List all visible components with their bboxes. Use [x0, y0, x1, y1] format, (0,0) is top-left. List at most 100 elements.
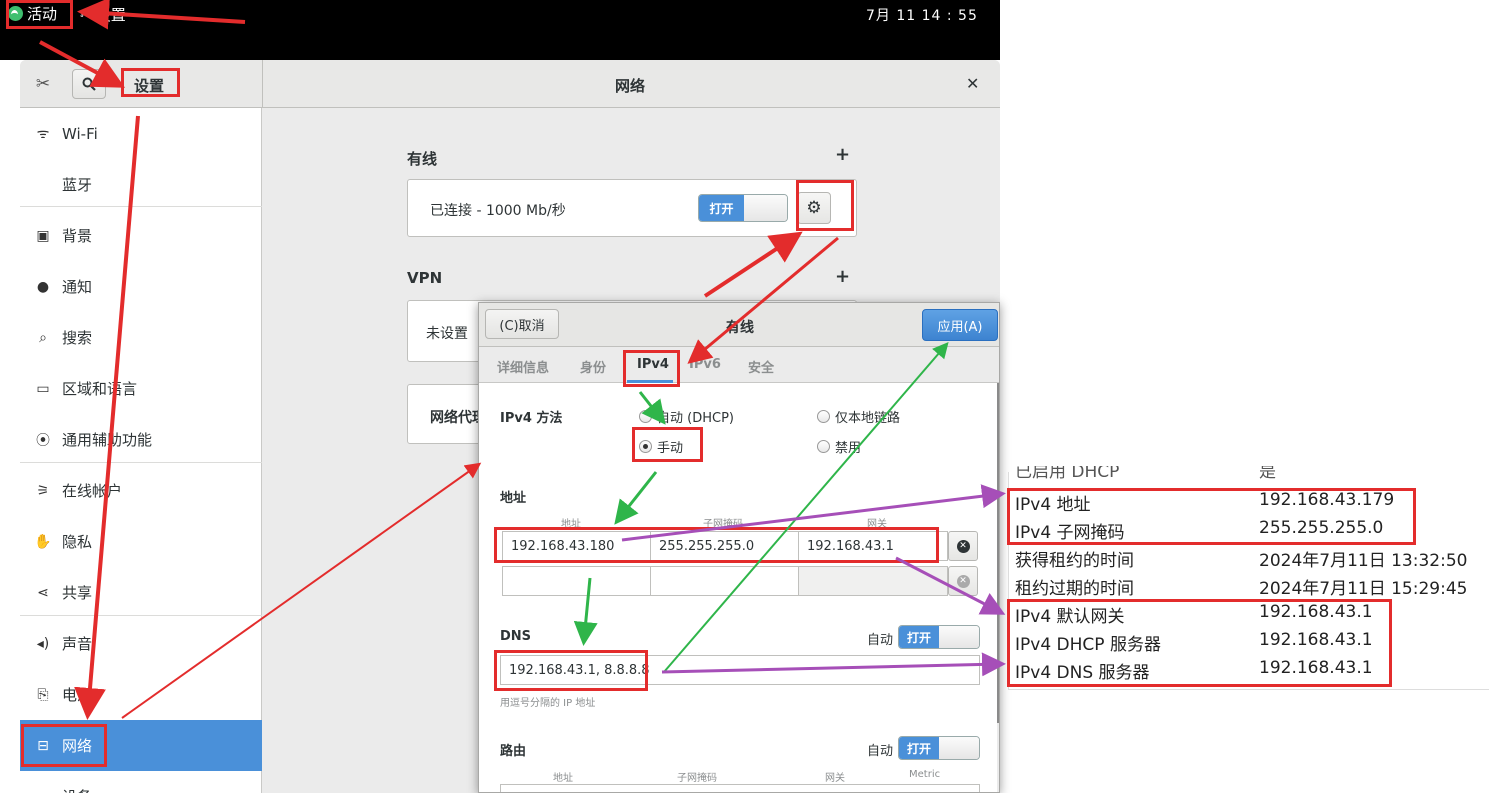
- routes-auto-toggle[interactable]: 打开: [898, 736, 980, 760]
- gateway-input[interactable]: 192.168.43.1: [798, 531, 948, 561]
- tab-details[interactable]: 详细信息: [497, 357, 549, 376]
- radio-icon: [817, 410, 830, 423]
- radio-icon: [639, 410, 652, 423]
- delete-icon: ✕: [956, 574, 970, 588]
- bell-icon: ●: [36, 278, 50, 295]
- sidebar-item-sound[interactable]: ◂) 声音: [20, 618, 262, 669]
- info-row-lease-obtained: 获得租约的时间 2024年7月11日 13:32:50: [1015, 551, 1468, 571]
- dialog-tabs: 详细信息 身份 IPv4 IPv6 安全: [479, 347, 999, 383]
- header-bar: ✂ 设置 网络 ✕: [20, 60, 1000, 108]
- activities-logo-icon: [8, 6, 23, 21]
- sidebar-item-network[interactable]: ⊟ 网络: [20, 720, 262, 771]
- tab-ipv4[interactable]: IPv4: [637, 357, 669, 372]
- dns-label: DNS: [500, 629, 532, 644]
- gateway-input-empty[interactable]: [798, 566, 948, 596]
- sidebar-item-background[interactable]: ▣ 背景: [20, 210, 262, 261]
- online-accounts-icon: ⚞: [36, 482, 50, 499]
- wired-settings-dialog: (C)取消 有线 应用(A) 详细信息 身份 IPv4 IPv6 安全 IPv4…: [478, 302, 1000, 793]
- tab-security[interactable]: 安全: [748, 357, 774, 376]
- delete-address-button[interactable]: ✕: [948, 531, 978, 561]
- address-input[interactable]: 192.168.43.180: [502, 531, 651, 561]
- radio-selected-icon: [639, 440, 652, 453]
- dialog-header: (C)取消 有线 应用(A): [479, 303, 999, 347]
- routes-row[interactable]: [500, 784, 980, 792]
- col-netmask-header: 子网掩码: [703, 519, 743, 530]
- wired-section-label: 有线: [407, 150, 438, 168]
- dns-input[interactable]: 192.168.43.1, 8.8.8.8: [500, 655, 980, 685]
- netmask-input[interactable]: 255.255.255.0: [650, 531, 799, 561]
- sidebar-item-region[interactable]: ▭ 区域和语言: [20, 363, 262, 414]
- sidebar-item-label: 隐私: [62, 533, 93, 551]
- close-button[interactable]: ✕: [966, 74, 979, 93]
- sidebar-item-search[interactable]: ⌕ 搜索: [20, 312, 262, 363]
- cancel-button[interactable]: (C)取消: [485, 309, 559, 339]
- info-row-lease-expires: 租约过期的时间 2024年7月11日 15:29:45: [1015, 579, 1468, 599]
- sidebar-item-label: 通用辅助功能: [62, 431, 153, 449]
- sidebar-item-label: 搜索: [62, 329, 93, 347]
- toggle-on-label: 打开: [899, 626, 939, 648]
- tools-icon: ✂: [80, 6, 92, 23]
- col-gateway-header: 网关: [867, 519, 887, 530]
- sidebar-item-bluetooth[interactable]: 蓝牙: [20, 159, 262, 210]
- routes-col-netmask: 子网掩码: [677, 773, 717, 784]
- wired-settings-button[interactable]: ⚙: [797, 192, 831, 224]
- activities-button[interactable]: 活动: [8, 3, 57, 24]
- sidebar-item-label: 共享: [62, 584, 93, 602]
- sidebar-item-label: 设备: [62, 786, 92, 793]
- tools-icon[interactable]: ✂: [26, 69, 60, 99]
- power-icon: ⎘: [37, 686, 49, 703]
- method-disabled[interactable]: 禁用: [817, 437, 861, 456]
- ipv4-method-label: IPv4 方法: [500, 411, 563, 426]
- apply-button[interactable]: 应用(A): [922, 309, 998, 341]
- sidebar-item-label: 蓝牙: [62, 176, 93, 194]
- page-title: 网络: [615, 77, 646, 95]
- sidebar: ᯤ Wi-Fi 蓝牙 ▣ 背景 ● 通知 ⌕ 搜索 ▭ 区域和语言 ⦿ 通用辅助功能 ⚞ 在线…: [20, 108, 262, 793]
- add-wired-button[interactable]: +: [835, 144, 850, 165]
- routes-col-metric: Metric: [909, 769, 941, 780]
- header-divider: [262, 60, 263, 108]
- method-auto-dhcp[interactable]: 自动 (DHCP): [639, 407, 734, 426]
- address-input-empty[interactable]: [502, 566, 651, 596]
- add-vpn-button[interactable]: +: [835, 266, 850, 287]
- background-icon: ▣: [36, 227, 50, 244]
- dns-auto-toggle[interactable]: 打开: [898, 625, 980, 649]
- method-manual[interactable]: 手动: [639, 437, 683, 456]
- sidebar-title: 设置: [134, 77, 165, 95]
- wired-status: 已连接 - 1000 Mb/秒: [430, 203, 566, 219]
- app-menu[interactable]: ✂ 设置: [80, 4, 126, 25]
- sidebar-item-notifications[interactable]: ● 通知: [20, 261, 262, 312]
- app-menu-label: 设置: [95, 6, 126, 24]
- netmask-input-empty[interactable]: [650, 566, 799, 596]
- info-row-default-gateway: IPv4 默认网关 192.168.43.1: [1015, 602, 1373, 627]
- sidebar-item-label: 区域和语言: [62, 380, 138, 398]
- dns-hint: 用逗号分隔的 IP 地址: [500, 698, 596, 709]
- tab-identity[interactable]: 身份: [580, 357, 606, 376]
- sidebar-divider: [20, 462, 262, 463]
- top-bar: 活动 ✂ 设置 7月 11 14 : 55: [0, 0, 1000, 30]
- sidebar-item-devices[interactable]: 设备: [20, 771, 262, 793]
- delete-address-button-disabled[interactable]: ✕: [948, 566, 978, 596]
- sidebar-item-online-accounts[interactable]: ⚞ 在线帐户: [20, 465, 262, 516]
- wired-toggle[interactable]: 打开: [698, 194, 788, 222]
- col-address-header: 地址: [561, 519, 581, 530]
- routes-auto-label: 自动: [867, 744, 894, 759]
- method-link-local[interactable]: 仅本地链路: [817, 407, 900, 426]
- sidebar-item-label: 通知: [62, 278, 93, 296]
- sidebar-item-privacy[interactable]: ✋ 隐私: [20, 516, 262, 567]
- dialog-scrollbar[interactable]: [997, 383, 999, 723]
- routes-col-gateway: 网关: [825, 773, 845, 784]
- speaker-icon: ◂): [36, 635, 50, 652]
- tab-ipv6[interactable]: IPv6: [689, 357, 721, 372]
- sidebar-item-accessibility[interactable]: ⦿ 通用辅助功能: [20, 414, 262, 465]
- radio-icon: [817, 440, 830, 453]
- vpn-status: 未设置: [426, 326, 468, 342]
- sidebar-item-sharing[interactable]: ⋖ 共享: [20, 567, 262, 618]
- sidebar-item-wifi[interactable]: ᯤ Wi-Fi: [20, 108, 262, 159]
- sidebar-item-power[interactable]: ⎘ 电源: [20, 669, 262, 720]
- routes-label: 路由: [500, 744, 527, 759]
- desktop-background: [0, 30, 1000, 60]
- clock[interactable]: 7月 11 14 : 55: [866, 5, 978, 25]
- search-button[interactable]: [72, 69, 106, 99]
- activities-label: 活动: [27, 5, 58, 23]
- toggle-on-label: 打开: [899, 737, 939, 759]
